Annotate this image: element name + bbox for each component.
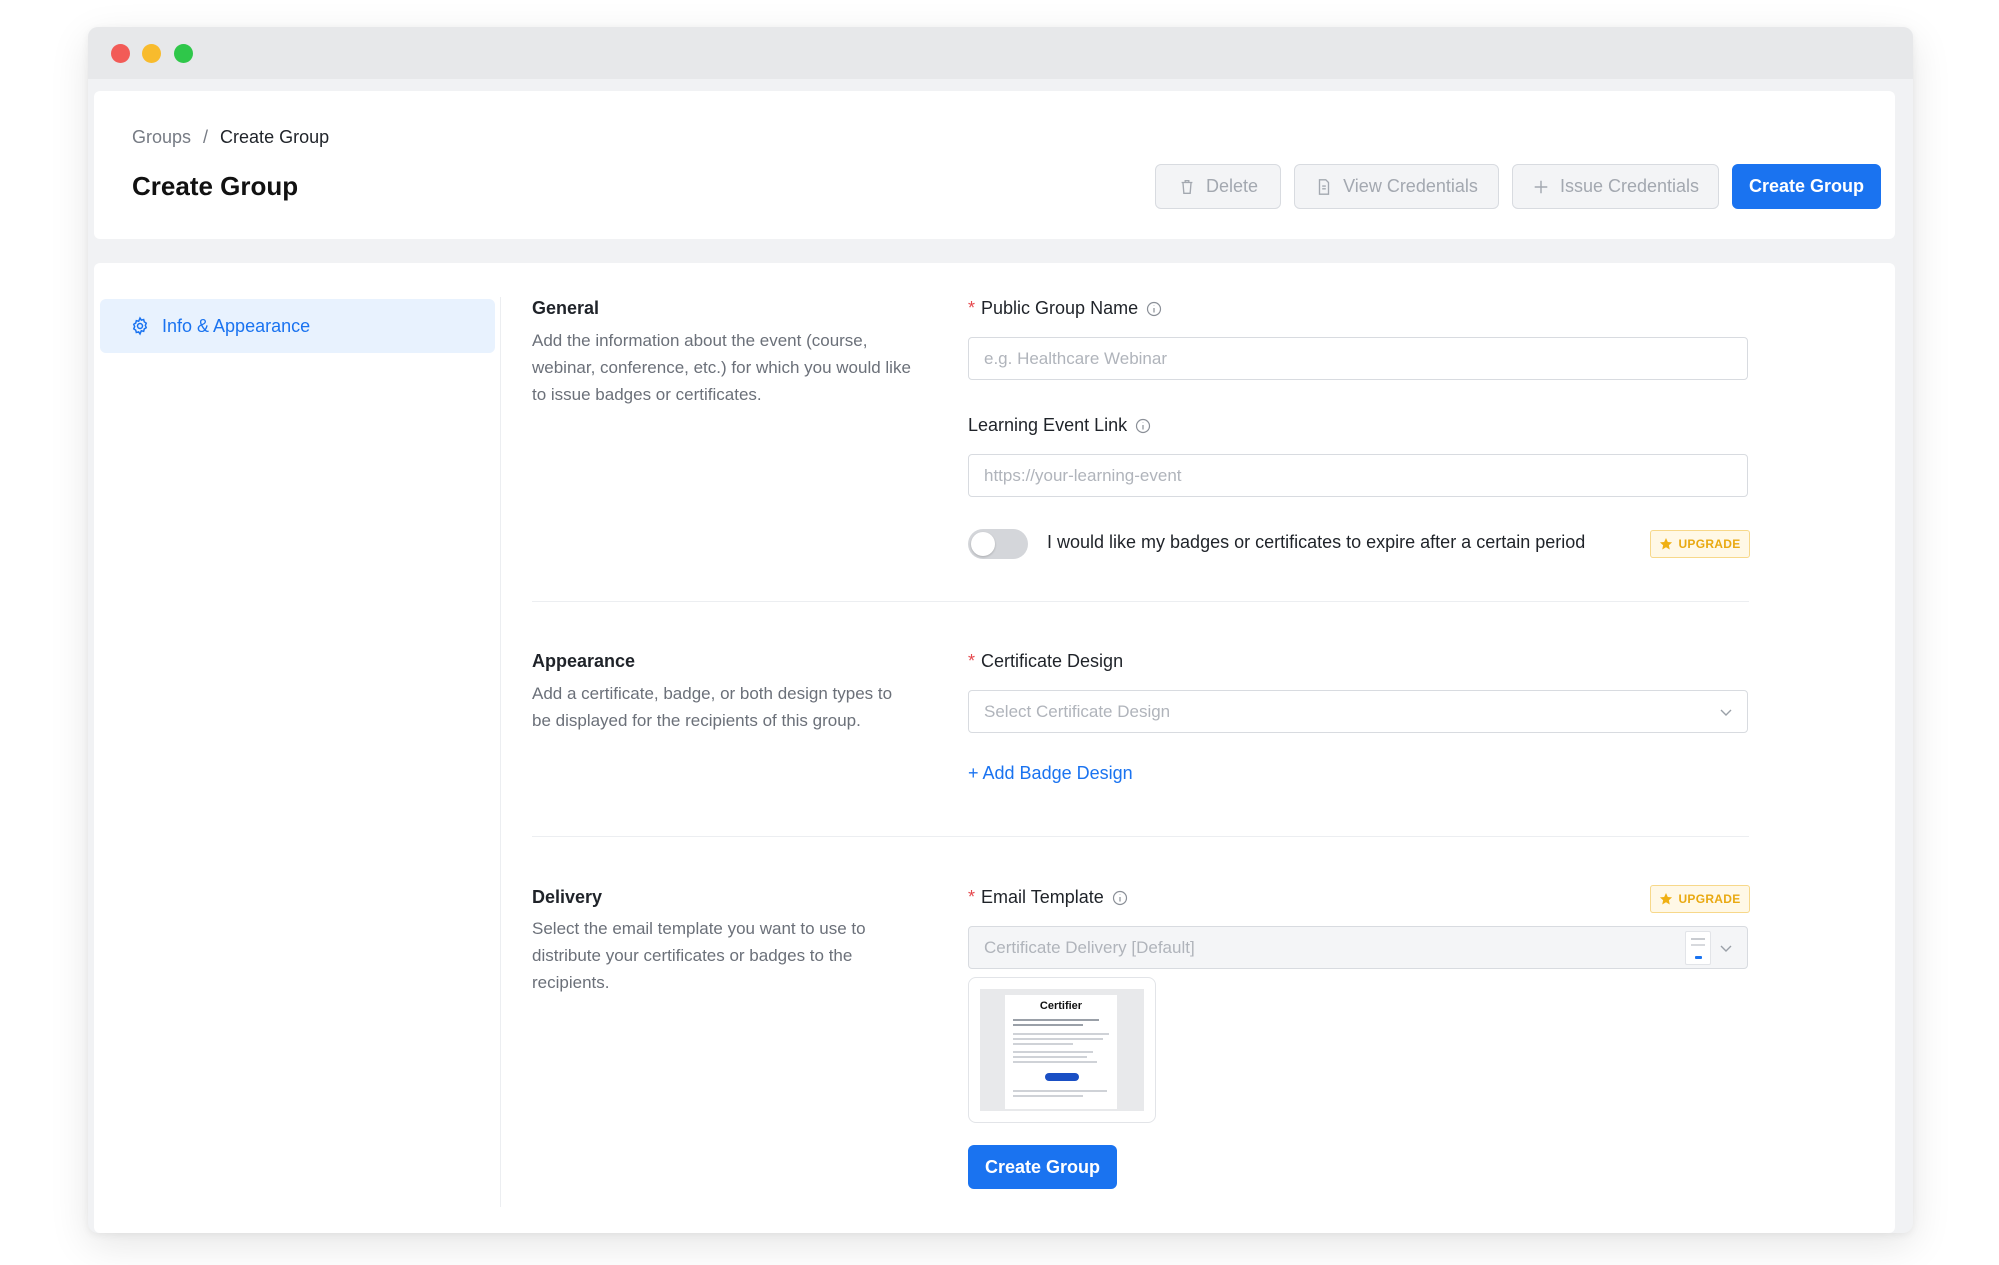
certificate-design-label: * Certificate Design (968, 651, 1123, 672)
certificate-design-select[interactable]: Select Certificate Design (968, 690, 1748, 733)
sidebar-divider (500, 297, 501, 1207)
breadcrumb-groups-link[interactable]: Groups (132, 127, 191, 148)
view-credentials-button[interactable]: View Credentials (1294, 164, 1499, 209)
sidebar-item-label: Info & Appearance (162, 315, 311, 336)
email-template-value: Certificate Delivery [Default] (984, 937, 1195, 957)
template-thumbnail (1685, 931, 1711, 965)
upgrade-badge[interactable]: UPGRADE (1650, 530, 1750, 558)
page-header: Groups / Create Group Create Group Delet… (94, 91, 1895, 239)
delivery-section-title: Delivery (532, 887, 603, 907)
email-template-preview[interactable]: Certifier (968, 977, 1156, 1123)
gear-icon (132, 316, 148, 336)
required-marker: * (968, 651, 976, 671)
appearance-section-title: Appearance (532, 651, 636, 671)
expire-toggle-label: I would like my badges or certificates t… (1047, 532, 1586, 552)
toggle-knob (971, 532, 995, 556)
form-card: Info & Appearance General Add the inform… (94, 263, 1895, 1233)
email-template-label-text: Email Template (981, 887, 1104, 907)
window-titlebar (88, 27, 1913, 79)
breadcrumb-current: Create Group (220, 127, 330, 147)
required-marker: * (968, 887, 976, 907)
certificate-design-label-text: Certificate Design (981, 651, 1124, 671)
public-group-name-label: * Public Group Name (968, 298, 1162, 319)
chevron-down-icon (1720, 945, 1732, 952)
preview-background: Certifier (980, 989, 1144, 1111)
email-template-select[interactable]: Certificate Delivery [Default] (968, 926, 1748, 969)
close-window-button[interactable] (111, 44, 130, 63)
certificate-design-placeholder: Select Certificate Design (984, 701, 1171, 721)
maximize-window-button[interactable] (174, 44, 193, 63)
required-marker: * (968, 298, 976, 318)
general-section-title: General (532, 298, 600, 318)
create-group-submit-label: Create Group (984, 1156, 1101, 1177)
page-title: Create Group (132, 171, 299, 201)
app-window: Groups / Create Group Create Group Delet… (88, 27, 1913, 1233)
document-icon (1318, 178, 1330, 195)
delivery-section-description: Select the email template you want to us… (532, 919, 866, 992)
create-group-submit-button[interactable]: Create Group (968, 1145, 1117, 1189)
expire-toggle[interactable] (968, 529, 1028, 559)
appearance-section-description: Add a certificate, badge, or both design… (532, 684, 893, 730)
chevron-down-icon (1720, 709, 1732, 716)
upgrade-label: UPGRADE (1678, 537, 1741, 551)
general-section-description: Add the information about the event (cou… (532, 331, 911, 404)
view-credentials-label: View Credentials (1343, 176, 1478, 196)
section-divider (532, 601, 1749, 602)
create-group-header-button[interactable]: Create Group (1732, 164, 1881, 209)
upgrade-badge[interactable]: UPGRADE (1650, 885, 1750, 913)
info-icon[interactable] (1135, 418, 1151, 434)
learning-event-link-input[interactable] (968, 454, 1748, 497)
learning-event-link-label: Learning Event Link (968, 415, 1151, 436)
upgrade-label: UPGRADE (1678, 892, 1741, 906)
learning-event-link-label-text: Learning Event Link (968, 415, 1128, 435)
create-group-header-label: Create Group (1748, 176, 1865, 196)
star-icon (1660, 893, 1673, 905)
star-icon (1660, 538, 1673, 550)
public-group-name-input[interactable] (968, 337, 1748, 380)
issue-credentials-button[interactable]: Issue Credentials (1512, 164, 1719, 209)
sidebar-item-info-appearance[interactable]: Info & Appearance (100, 299, 495, 353)
public-group-name-label-text: Public Group Name (981, 298, 1139, 318)
info-icon[interactable] (1112, 890, 1128, 906)
issue-credentials-label: Issue Credentials (1559, 176, 1700, 196)
minimize-window-button[interactable] (142, 44, 161, 63)
breadcrumb: Groups / Create Group (132, 127, 329, 148)
info-icon[interactable] (1146, 301, 1162, 317)
plus-icon (1534, 180, 1548, 193)
delete-button-label: Delete (1205, 176, 1259, 196)
add-badge-design-link[interactable]: + Add Badge Design (968, 763, 1133, 784)
preview-document: Certifier (1005, 995, 1117, 1109)
trash-icon (1181, 179, 1193, 194)
email-template-label: * Email Template (968, 887, 1128, 908)
breadcrumb-separator: / (203, 127, 209, 147)
section-divider (532, 836, 1749, 837)
delete-button[interactable]: Delete (1155, 164, 1281, 209)
certifier-logo: Certifier (1039, 1000, 1083, 1012)
preview-button (1045, 1073, 1079, 1081)
